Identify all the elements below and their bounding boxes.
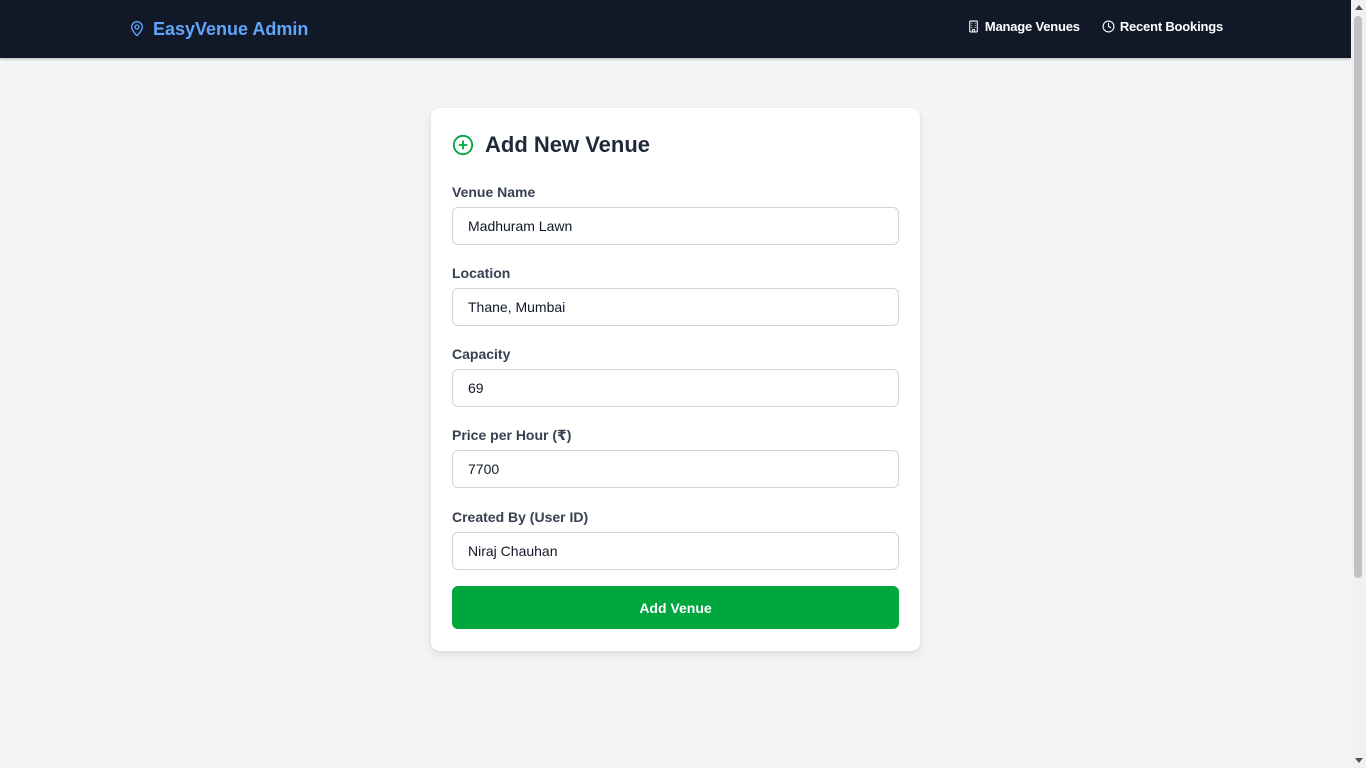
location-label: Location	[452, 265, 511, 281]
vertical-scrollbar[interactable]	[1351, 0, 1366, 768]
brand-logo[interactable]: EasyVenue Admin	[129, 18, 308, 40]
plus-circle-icon	[452, 134, 474, 156]
nav-link-recent-bookings[interactable]: Recent Bookings	[1102, 19, 1223, 34]
scrollbar-thumb[interactable]	[1354, 16, 1362, 578]
venue-name-field: Venue Name	[452, 184, 899, 245]
location-field: Location	[452, 265, 899, 326]
created-by-label: Created By (User ID)	[452, 509, 589, 525]
location-input[interactable]	[452, 288, 899, 326]
scroll-down-arrow-icon[interactable]	[1351, 753, 1366, 768]
nav-links: Manage Venues Recent Bookings	[967, 19, 1223, 34]
price-per-hour-field: Price per Hour (₹)	[452, 427, 899, 488]
map-pin-icon	[131, 21, 143, 37]
created-by-field: Created By (User ID)	[452, 509, 899, 570]
nav-link-label: Manage Venues	[984, 19, 1080, 34]
nav-link-manage-venues[interactable]: Manage Venues	[967, 19, 1080, 34]
card-header: Add New Venue	[452, 132, 650, 158]
venue-name-label: Venue Name	[452, 184, 536, 200]
capacity-input[interactable]	[452, 369, 899, 407]
price-per-hour-label: Price per Hour (₹)	[452, 427, 572, 443]
price-per-hour-input[interactable]	[452, 450, 899, 488]
page-title: Add New Venue	[485, 132, 651, 157]
brand-name: EasyVenue Admin	[153, 18, 309, 39]
scroll-up-arrow-icon[interactable]	[1351, 0, 1366, 15]
top-navbar: EasyVenue Admin Manage Venues Recent Boo…	[0, 0, 1351, 58]
building-icon	[969, 20, 978, 33]
capacity-field: Capacity	[452, 346, 899, 407]
capacity-label: Capacity	[452, 346, 511, 362]
clock-icon	[1102, 20, 1115, 33]
created-by-input[interactable]	[452, 532, 899, 570]
nav-link-label: Recent Bookings	[1119, 19, 1223, 34]
venue-name-input[interactable]	[452, 207, 899, 245]
add-venue-card: Add New Venue Venue Name Location Capaci…	[431, 108, 920, 651]
add-venue-button[interactable]: Add Venue	[452, 586, 899, 629]
